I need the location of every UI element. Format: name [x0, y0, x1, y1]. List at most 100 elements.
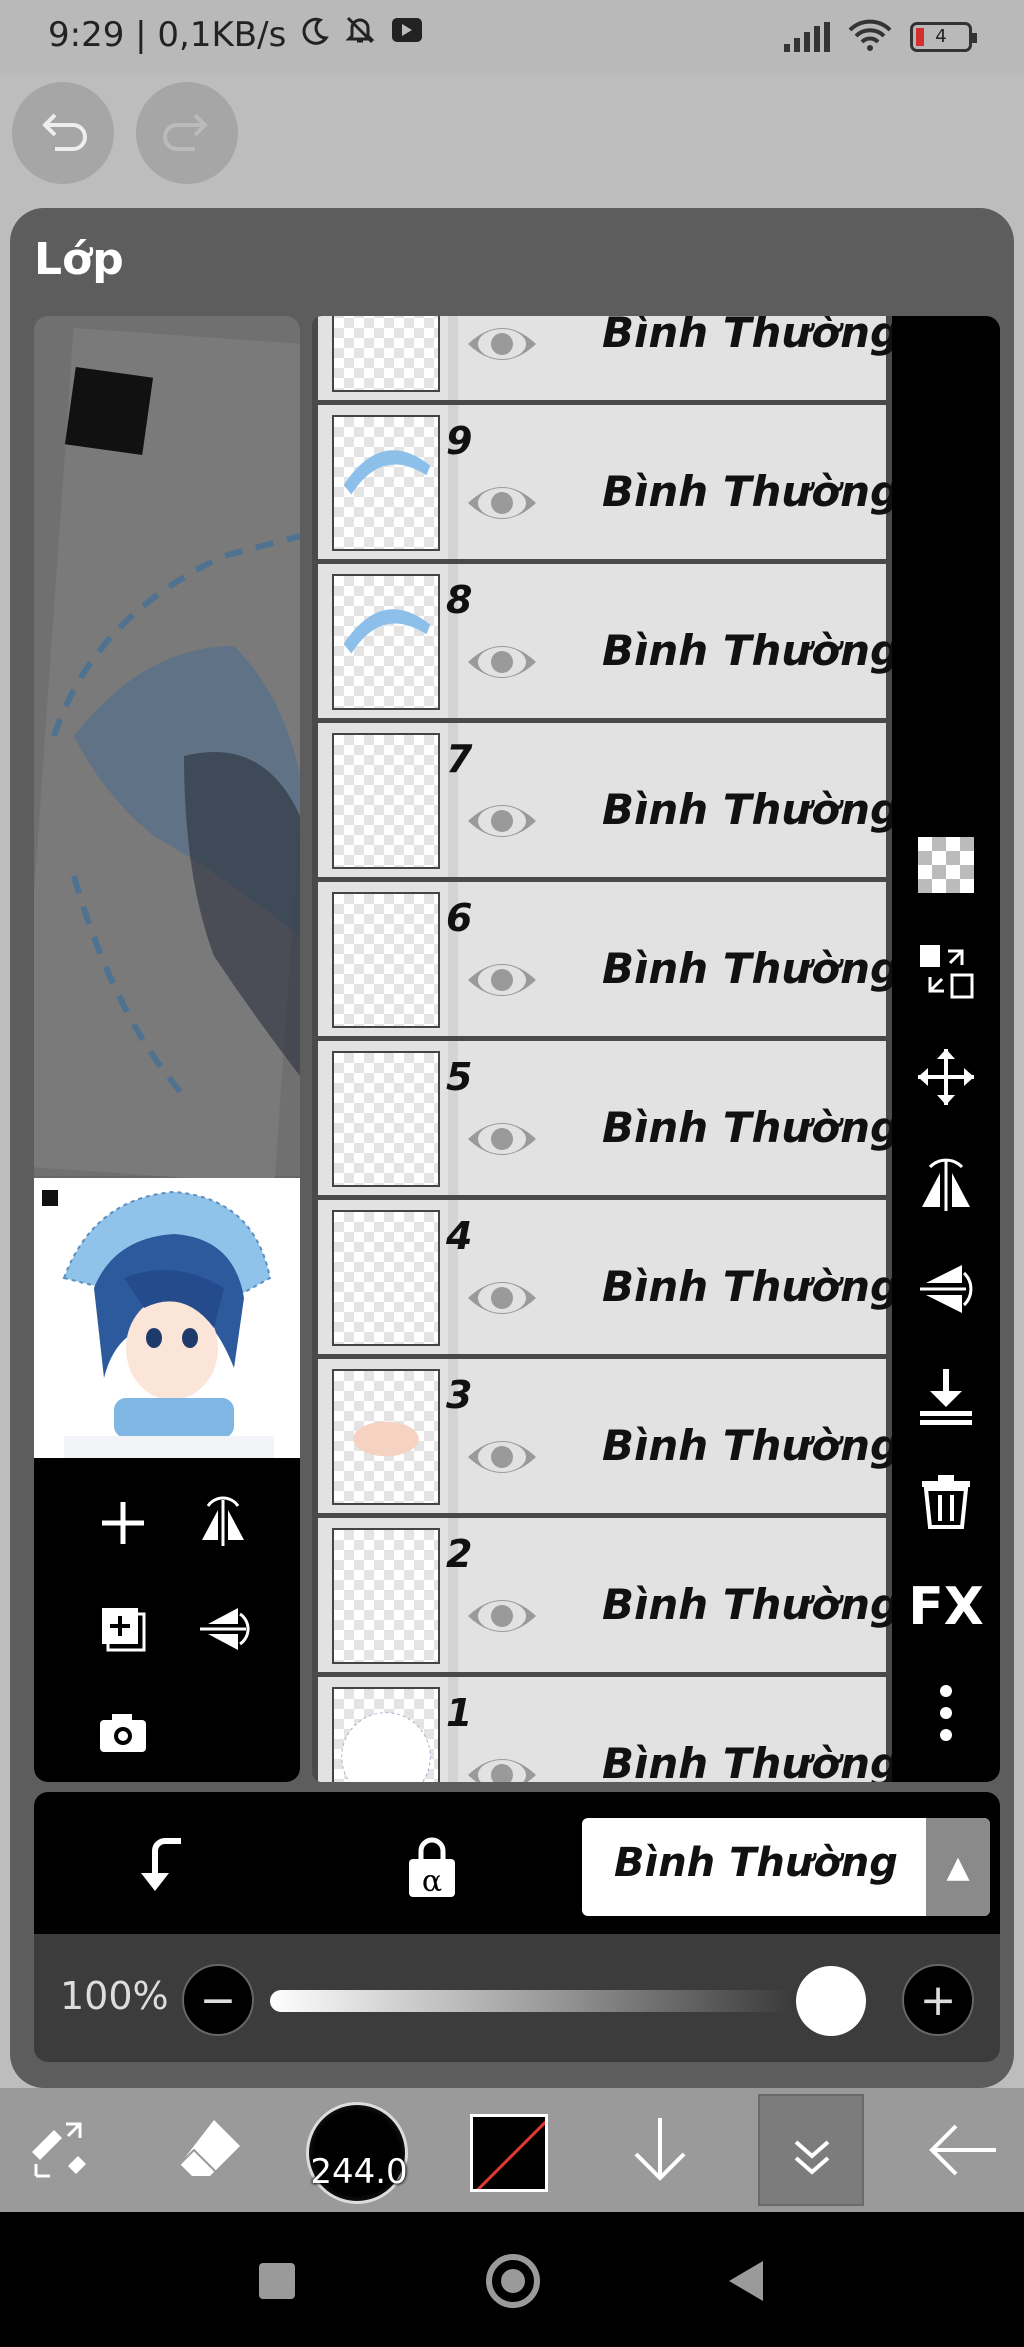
visibility-eye-icon[interactable] — [464, 634, 540, 690]
layer-number: 5 — [446, 1055, 473, 1099]
layer-row[interactable]: 5 Bình Thường — [318, 1041, 892, 1195]
dropdown-arrow-icon[interactable]: ▲ — [926, 1818, 990, 1916]
layer-panel-toggle[interactable] — [758, 2094, 864, 2206]
layer-list[interactable]: Bình Thường 9 Bình Thường 8 Bình Thường 7 Bình… — [312, 316, 892, 1782]
merge-down-icon — [920, 1369, 972, 1425]
opacity-label: 100% — [60, 1974, 169, 2018]
eraser-icon — [179, 2120, 240, 2177]
canvas-preview[interactable] — [34, 316, 300, 1782]
swap-layers-button[interactable] — [911, 936, 981, 1006]
layer-row[interactable]: Bình Thường — [318, 316, 892, 400]
layer-row[interactable]: 9 Bình Thường — [318, 405, 892, 559]
layer-thumbnail-preview — [34, 1178, 300, 1458]
clipping-arrow-icon — [141, 1838, 181, 1891]
undo-icon — [42, 113, 87, 151]
redo-button[interactable] — [136, 82, 238, 184]
flip-layer-horizontal-button[interactable] — [911, 1148, 981, 1218]
duplicate-layer-button[interactable] — [88, 1594, 158, 1664]
eraser-tool-button[interactable] — [160, 2100, 260, 2200]
opacity-decrease-button[interactable]: − — [182, 1964, 254, 2036]
opacity-slider[interactable] — [270, 1990, 856, 2012]
flip-horizontal-button[interactable] — [188, 1488, 258, 1558]
duplicate-icon — [102, 1608, 146, 1652]
layer-row[interactable]: 6 Bình Thường — [318, 882, 892, 1036]
visibility-eye-icon[interactable] — [464, 1747, 540, 1782]
visibility-eye-icon[interactable] — [464, 1270, 540, 1326]
visibility-eye-icon[interactable] — [464, 316, 540, 372]
add-layer-button[interactable] — [88, 1488, 158, 1558]
layer-number: 4 — [446, 1214, 473, 1258]
flip-vertical-icon — [200, 1608, 250, 1650]
undo-button[interactable] — [12, 82, 114, 184]
system-back-button[interactable] — [712, 2246, 782, 2316]
layer-thumbnail — [332, 574, 440, 710]
visibility-eye-icon[interactable] — [464, 1111, 540, 1167]
visibility-eye-icon[interactable] — [464, 793, 540, 849]
layer-blend-mode: Bình Thường — [602, 944, 892, 993]
layer-row[interactable]: 1 Bình Thường — [318, 1677, 892, 1782]
layer-number: 9 — [446, 419, 473, 463]
flip-layer-vertical-button[interactable] — [911, 1254, 981, 1324]
merge-down-button[interactable] — [911, 1360, 981, 1430]
battery-text: 4 — [935, 26, 947, 47]
moon-icon — [300, 15, 330, 55]
layer-row[interactable]: 3 Bình Thường — [318, 1359, 892, 1513]
battery-level — [916, 28, 924, 46]
flip-vertical-button[interactable] — [188, 1594, 258, 1664]
opacity-bar: 100% − + — [34, 1934, 1000, 2062]
layer-row[interactable]: 7 Bình Thường — [318, 723, 892, 877]
back-button[interactable] — [912, 2100, 1012, 2200]
back-triangle-icon — [729, 2261, 763, 2301]
delete-layer-button[interactable] — [911, 1466, 981, 1536]
clipping-button[interactable] — [124, 1826, 204, 1906]
character-thumbnail — [62, 1190, 274, 1458]
blend-mode-select[interactable]: Bình Thường ▲ — [582, 1818, 990, 1916]
alpha-lock-button[interactable]: α — [392, 1826, 472, 1906]
visibility-eye-icon[interactable] — [464, 952, 540, 1008]
preview-tools — [34, 1458, 300, 1782]
move-button[interactable] — [911, 1042, 981, 1112]
checkerboard-icon — [918, 837, 974, 893]
flip-vertical-icon — [920, 1265, 973, 1313]
layer-row[interactable]: 4 Bình Thường — [318, 1200, 892, 1354]
visibility-eye-icon[interactable] — [464, 1588, 540, 1644]
trash-icon — [922, 1475, 970, 1529]
layer-row[interactable]: 8 Bình Thường — [318, 564, 892, 718]
layer-blend-mode: Bình Thường — [602, 467, 892, 516]
layer-number: 3 — [446, 1373, 473, 1417]
transparent-fill-button[interactable] — [911, 830, 981, 900]
recents-button[interactable] — [242, 2246, 312, 2316]
layer-row[interactable]: 2 Bình Thường — [318, 1518, 892, 1672]
transform-tool-button[interactable] — [12, 2100, 112, 2200]
layer-thumbnail — [332, 1687, 440, 1782]
color-picker-button[interactable] — [470, 2114, 548, 2192]
layer-thumbnail — [332, 316, 440, 392]
visibility-eye-icon[interactable] — [464, 1429, 540, 1485]
fx-button[interactable]: FX — [908, 1572, 984, 1642]
opacity-increase-button[interactable]: + — [902, 1964, 974, 2036]
arrow-down-icon — [634, 2118, 686, 2181]
layer-thumbnail — [332, 1051, 440, 1187]
layer-thumbnail — [332, 1210, 440, 1346]
status-time: 9:29 | 0,1KB/s — [48, 14, 287, 55]
layer-number: 1 — [446, 1691, 473, 1735]
layer-side-toolbar: FX — [892, 316, 1000, 1782]
home-button[interactable] — [478, 2246, 548, 2316]
preview-canvas — [34, 316, 300, 1185]
layer-thumbnail — [332, 1528, 440, 1664]
opacity-slider-thumb[interactable] — [796, 1966, 866, 2036]
visibility-eye-icon[interactable] — [464, 475, 540, 531]
blend-mode-value: Bình Thường — [614, 1840, 898, 1886]
layer-thumbnail — [332, 1369, 440, 1505]
more-options-button[interactable] — [911, 1678, 981, 1748]
bell-muted-icon — [344, 14, 376, 55]
layer-down-button[interactable] — [610, 2100, 710, 2200]
layer-number: 8 — [446, 578, 473, 622]
layer-blend-mode: Bình Thường — [602, 1103, 892, 1152]
layer-blend-mode: Bình Thường — [602, 1580, 892, 1629]
swap-icon — [920, 945, 974, 999]
layer-number: 7 — [446, 737, 473, 781]
layer-blend-mode: Bình Thường — [602, 316, 892, 357]
camera-button[interactable] — [88, 1698, 158, 1768]
move-arrows-icon — [918, 1049, 974, 1105]
